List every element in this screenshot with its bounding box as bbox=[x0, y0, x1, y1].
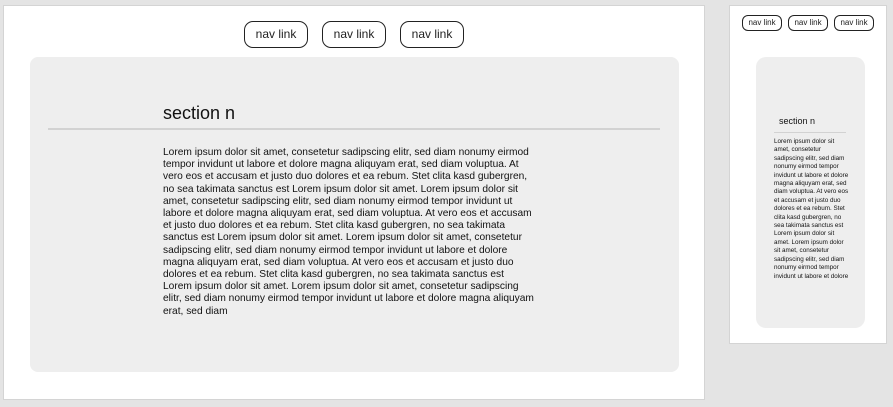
nav-link-1[interactable]: nav link bbox=[244, 21, 308, 48]
section-card: section n Lorem ipsum dolor sit amet, co… bbox=[30, 57, 679, 372]
nav-link-3-mobile[interactable]: nav link bbox=[834, 15, 874, 31]
section-divider bbox=[48, 128, 660, 130]
top-nav-mobile: nav link nav link nav link bbox=[730, 15, 886, 31]
nav-link-2-mobile[interactable]: nav link bbox=[788, 15, 828, 31]
nav-link-1-mobile[interactable]: nav link bbox=[742, 15, 782, 31]
section-divider-mobile bbox=[774, 132, 846, 133]
section-title-mobile: section n bbox=[779, 116, 816, 126]
section-body-text-mobile: Lorem ipsum dolor sit amet, consetetur s… bbox=[774, 138, 849, 280]
top-nav: nav link nav link nav link bbox=[4, 21, 704, 48]
section-card-mobile: section n Lorem ipsum dolor sit amet, co… bbox=[756, 57, 865, 328]
mobile-preview-frame: nav link nav link nav link section n Lor… bbox=[729, 5, 887, 344]
desktop-preview-frame: nav link nav link nav link section n Lor… bbox=[3, 5, 705, 400]
section-body-text: Lorem ipsum dolor sit amet, consetetur s… bbox=[163, 147, 534, 317]
nav-link-3[interactable]: nav link bbox=[400, 21, 464, 48]
section-title: section n bbox=[163, 103, 236, 123]
nav-link-2[interactable]: nav link bbox=[322, 21, 386, 48]
